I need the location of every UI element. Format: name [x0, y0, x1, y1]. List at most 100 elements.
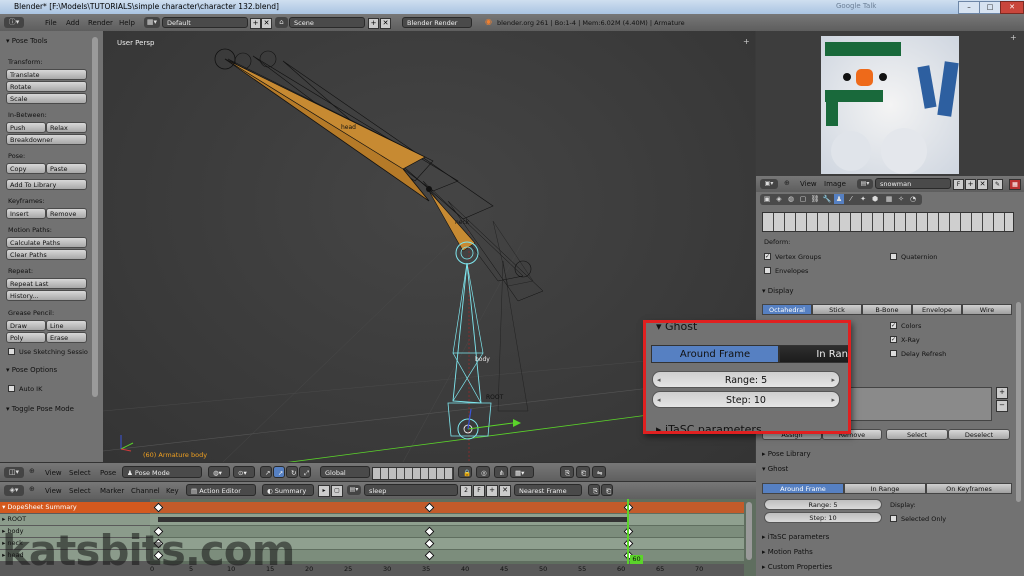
proportional-edit-icon[interactable]: ◎ [476, 466, 490, 478]
grease-poly-button[interactable]: Poly [6, 332, 46, 343]
callout-around-frame-option[interactable]: Around Frame [651, 345, 779, 363]
viewport-shading-dropdown[interactable]: ◍▾ [208, 466, 230, 478]
only-selected-icon[interactable]: ▸ [318, 485, 330, 497]
delay-refresh-checkbox[interactable] [890, 350, 897, 357]
screen-add-icon[interactable]: + [250, 18, 261, 29]
action-browse-icon[interactable]: ▤▾ [347, 485, 361, 495]
dopesheet-menu-marker[interactable]: Marker [100, 487, 124, 495]
channel-root[interactable]: ▸ ROOT [0, 514, 150, 525]
modifiers-tab-icon[interactable]: 🔧 [822, 194, 832, 204]
dopesheet-menu-key[interactable]: Key [166, 487, 179, 495]
callout-in-range-option[interactable]: In Ran [779, 345, 848, 363]
render-engine-dropdown[interactable]: Blender Render [402, 17, 472, 28]
transform-orientation-dropdown[interactable]: Global [320, 466, 370, 478]
scene-remove-icon[interactable]: ✕ [380, 18, 391, 29]
clear-paths-button[interactable]: Clear Paths [6, 249, 87, 260]
pivot-point-dropdown[interactable]: ⊙▾ [233, 466, 255, 478]
uv-menu-image[interactable]: Image [824, 180, 846, 188]
rotate-button[interactable]: Rotate [6, 81, 87, 92]
add-to-library-button[interactable]: Add To Library [6, 179, 87, 190]
quaternion-checkbox[interactable] [890, 253, 897, 260]
image-remove-icon[interactable]: ✕ [977, 179, 988, 190]
translate-button[interactable]: Translate [6, 69, 87, 80]
select-group-button[interactable]: Select [886, 429, 948, 440]
selected-only-checkbox[interactable] [890, 515, 897, 522]
vertex-groups-checkbox[interactable]: ✓ [764, 253, 771, 260]
uv-menu-view[interactable]: View [800, 180, 817, 188]
grease-draw-button[interactable]: Draw [6, 320, 46, 331]
dopesheet-menu-select[interactable]: Select [69, 487, 91, 495]
ghost-panel-title[interactable]: ▾ Ghost [762, 465, 788, 473]
snap-toggle-icon[interactable]: ⋔ [494, 466, 508, 478]
remove-keyframe-button[interactable]: Remove [46, 208, 87, 219]
action-name-field[interactable]: sleep [364, 484, 458, 496]
action-users-count[interactable]: 2 [460, 485, 472, 497]
scale-manipulator-icon[interactable]: ⤢ [299, 466, 311, 478]
uv-editor-type-icon[interactable]: ▣▾ [760, 179, 778, 189]
action-add-icon[interactable]: + [486, 485, 498, 497]
display-envelope-option[interactable]: Envelope [912, 304, 962, 315]
tool-shelf-scrollbar[interactable] [92, 37, 98, 397]
minimize-button[interactable]: – [958, 1, 980, 14]
use-sketching-checkbox[interactable] [8, 348, 15, 355]
dopesheet-menu-channel[interactable]: Channel [131, 487, 160, 495]
dopesheet-editor-type-icon[interactable]: ◈▾ [4, 485, 24, 496]
summary-toggle[interactable]: ◐ Summary [262, 484, 314, 496]
show-hidden-icon[interactable]: ▢ [331, 485, 343, 497]
render-tab-icon[interactable]: ▣ [762, 194, 772, 204]
callout-range-increment-icon[interactable]: ▸ [831, 372, 835, 389]
paste-keys-icon[interactable]: ⎗ [601, 484, 613, 496]
repeat-last-button[interactable]: Repeat Last [6, 278, 87, 289]
group-add-icon[interactable]: + [996, 387, 1008, 399]
grease-line-button[interactable]: Line [46, 320, 87, 331]
bone-layers-grid[interactable] [762, 212, 1014, 232]
pose-tools-panel-title[interactable]: ▾ Pose Tools [6, 37, 47, 45]
editor-type-icon[interactable]: ⓘ▾ [4, 17, 24, 28]
snap-element-dropdown[interactable]: ▦▾ [510, 466, 534, 478]
history-button[interactable]: History... [6, 290, 87, 301]
viewport-header-collapse-icon[interactable]: ⊕ [29, 467, 35, 475]
group-remove-icon[interactable]: − [996, 400, 1008, 412]
dopesheet-header-collapse-icon[interactable]: ⊕ [29, 485, 35, 493]
current-frame-indicator[interactable]: 60 [630, 555, 643, 564]
scene-field[interactable]: Scene [289, 17, 365, 28]
viewport-menu-pose[interactable]: Pose [100, 469, 116, 477]
action-remove-icon[interactable]: ✕ [499, 485, 511, 497]
image-pin-icon[interactable]: ✎ [992, 179, 1003, 190]
pose-options-panel-title[interactable]: ▾ Pose Options [6, 366, 57, 374]
breakdowner-button[interactable]: Breakdowner [6, 134, 87, 145]
close-button[interactable]: ✕ [1000, 1, 1024, 14]
itasc-panel-title[interactable]: ▸ iTaSC parameters [762, 533, 829, 541]
xray-checkbox[interactable]: ✓ [890, 336, 897, 343]
scene-add-icon[interactable]: + [368, 18, 379, 29]
menu-help[interactable]: Help [119, 19, 135, 27]
copy-pose-button[interactable]: Copy [6, 163, 46, 174]
callout-step-increment-icon[interactable]: ▸ [831, 392, 835, 409]
display-bbone-option[interactable]: B-Bone [862, 304, 912, 315]
dopesheet-scrollbar[interactable] [746, 502, 752, 560]
physics-tab-icon[interactable]: ◔ [908, 194, 918, 204]
ghost-around-frame-option[interactable]: Around Frame [762, 483, 844, 494]
uv-header-collapse-icon[interactable]: ⊕ [784, 179, 790, 187]
ghost-on-keyframes-option[interactable]: On Keyframes [926, 483, 1012, 494]
envelopes-checkbox[interactable] [764, 267, 771, 274]
ghost-step-field[interactable]: Step: 10 [764, 512, 882, 523]
manipulator-toggle[interactable]: ↗ [260, 466, 272, 478]
action-fake-user-button[interactable]: F [473, 485, 485, 497]
menu-add[interactable]: Add [66, 19, 80, 27]
image-fake-user-button[interactable]: F [953, 179, 964, 190]
auto-snap-dropdown[interactable]: Nearest Frame [514, 484, 582, 496]
custom-properties-panel-title[interactable]: ▸ Custom Properties [762, 563, 832, 571]
relax-button[interactable]: Relax [46, 122, 87, 133]
image-add-icon[interactable]: + [965, 179, 976, 190]
ghost-range-field[interactable]: Range: 5 [764, 499, 882, 510]
scale-button[interactable]: Scale [6, 93, 87, 104]
translate-manipulator-icon[interactable]: ➚ [273, 466, 285, 478]
callout-step-field[interactable]: ◂ Step: 10 ▸ [652, 391, 840, 408]
interaction-mode-dropdown[interactable]: ♟ Pose Mode [122, 466, 202, 478]
callout-range-field[interactable]: ◂ Range: 5 ▸ [652, 371, 840, 388]
motion-paths-panel-title[interactable]: ▸ Motion Paths [762, 548, 813, 556]
deselect-group-button[interactable]: Deselect [948, 429, 1010, 440]
screen-remove-icon[interactable]: ✕ [261, 18, 272, 29]
display-panel-title[interactable]: ▾ Display [762, 287, 794, 295]
